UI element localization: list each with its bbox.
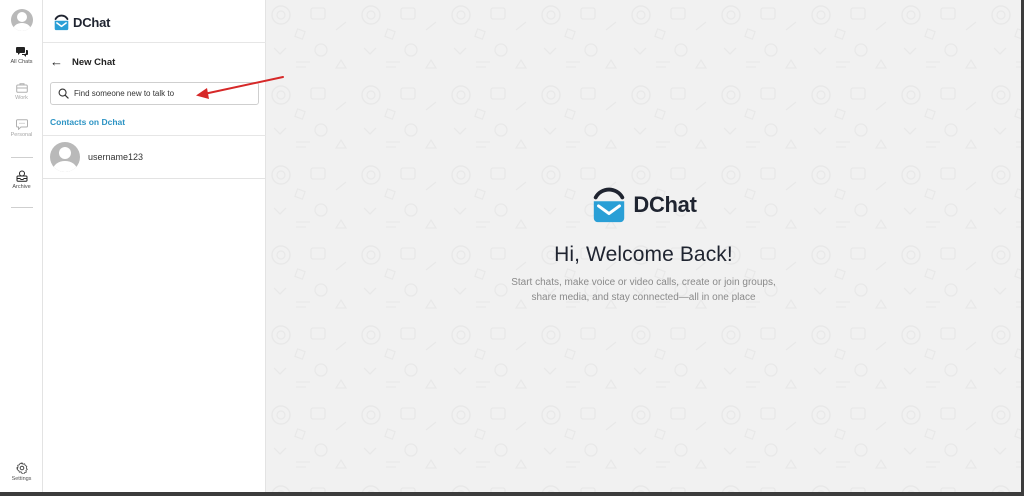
- main-brand-logo: DChat: [590, 186, 697, 224]
- profile-avatar[interactable]: [11, 9, 33, 31]
- search-icon: [58, 88, 69, 99]
- new-chat-header: ← New Chat: [50, 54, 115, 70]
- contact-row[interactable]: username123: [43, 136, 266, 179]
- rail-item-label: Archive: [12, 184, 31, 190]
- rail-item-all-chats[interactable]: All Chats: [0, 46, 43, 66]
- dchat-logo-icon: [54, 14, 69, 30]
- rail-divider: [11, 207, 33, 208]
- dchat-logo-icon: [594, 187, 625, 223]
- welcome-subtext-line2: share media, and stay connected—all in o…: [531, 292, 756, 303]
- gear-icon: [15, 462, 28, 474]
- chat-bubbles-icon: [15, 47, 28, 57]
- rail-item-personal[interactable]: Personal: [0, 119, 43, 139]
- welcome-subtext-line1: Start chats, make voice or video calls, …: [511, 277, 776, 288]
- header-divider: [43, 42, 266, 43]
- back-arrow-icon[interactable]: ←: [50, 55, 63, 69]
- rail-item-label: Settings: [11, 476, 32, 482]
- app-window: All Chats Work Personal Archive Settings…: [0, 0, 1021, 492]
- contact-username: username123: [88, 152, 144, 162]
- rail-item-settings[interactable]: Settings: [0, 462, 43, 483]
- main-brand-name: DChat: [633, 192, 697, 217]
- welcome-heading: Hi, Welcome Back!: [554, 243, 733, 266]
- annotation-arrow-icon: [196, 76, 284, 99]
- brand-logo: DChat: [53, 12, 110, 32]
- rail-item-label: Personal: [10, 132, 33, 138]
- brand-name: DChat: [73, 14, 111, 30]
- briefcase-icon: [15, 83, 28, 93]
- rail-item-label: All Chats: [10, 59, 33, 65]
- rail-item-label: Work: [15, 95, 28, 101]
- welcome-content: DChat Hi, Welcome Back! Start chats, mak…: [266, 186, 1021, 305]
- rail-item-work[interactable]: Work: [0, 82, 43, 102]
- page-title: New Chat: [72, 56, 116, 68]
- rail-divider: [11, 157, 33, 158]
- welcome-area: DChat Hi, Welcome Back! Start chats, mak…: [266, 0, 1021, 492]
- nav-rail: All Chats Work Personal Archive Settings: [0, 0, 43, 492]
- message-icon: [15, 119, 28, 130]
- contact-avatar: [50, 142, 80, 172]
- archive-icon: [16, 170, 27, 182]
- contacts-section-title: Contacts on Dchat: [50, 117, 126, 127]
- rail-item-archive[interactable]: Archive: [0, 170, 43, 191]
